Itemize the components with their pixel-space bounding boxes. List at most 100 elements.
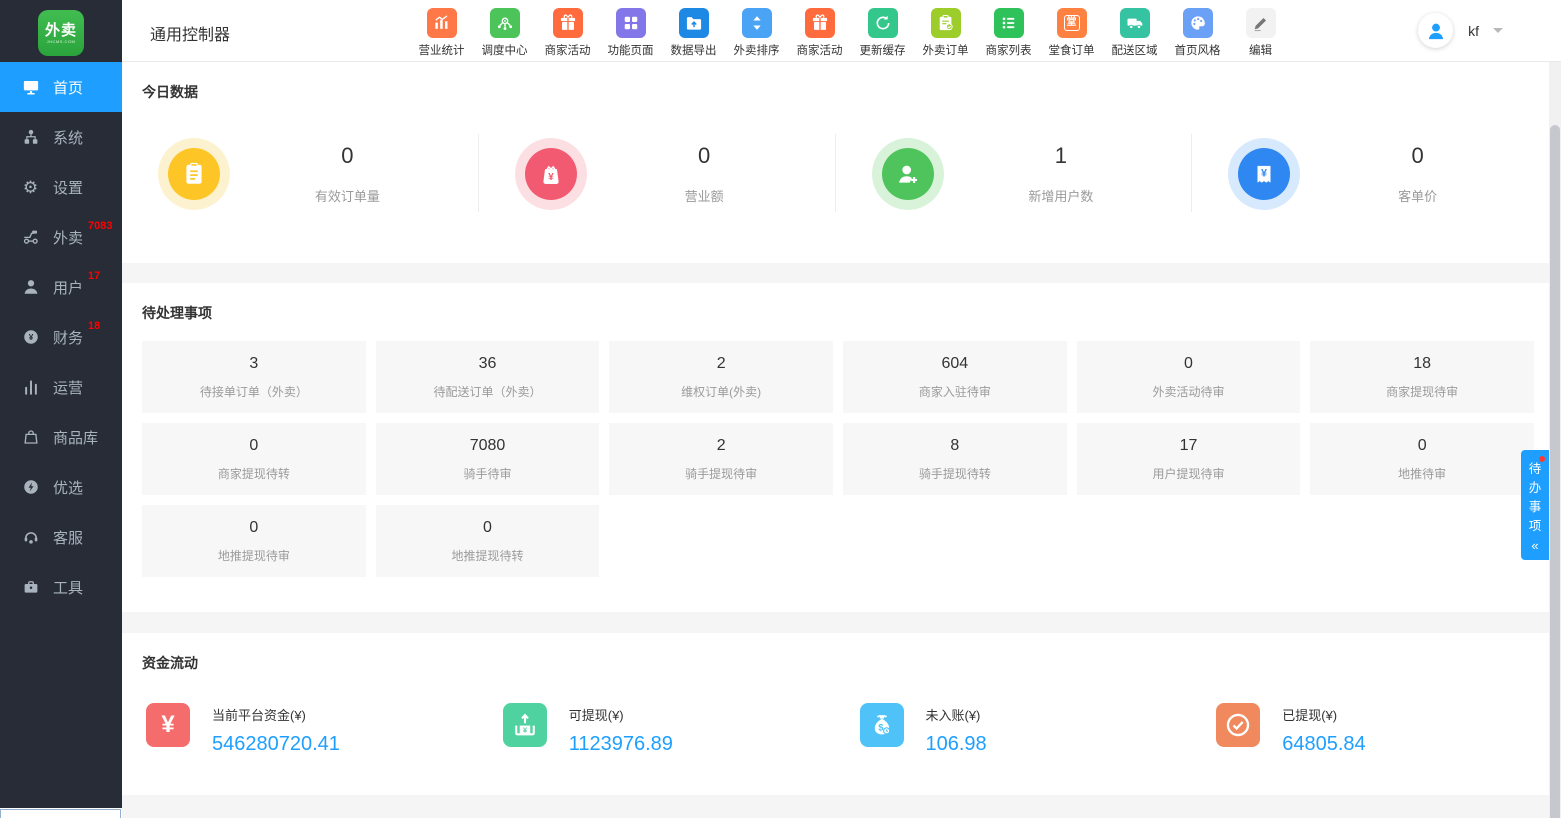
pending-value: 17 [1077,437,1301,455]
tool-takeout-sort[interactable]: 外卖排序 [725,5,788,58]
pending-label: 用户提现待审 [1077,465,1301,482]
palette-icon [1183,8,1213,38]
sidebar-item-service[interactable]: 客服 [0,512,122,562]
pending-cell[interactable]: 604 商家入驻待审 [843,341,1067,413]
sidebar-item-preferred[interactable]: 优选 [0,462,122,512]
pending-cell[interactable]: 2 维权订单(外卖) [609,341,833,413]
tool-takeout-orders[interactable]: 外卖订单 [914,5,977,58]
stat-value: 1 [944,143,1179,169]
tool-label: 配送区域 [1112,42,1158,58]
pending-label: 商家入驻待审 [843,383,1067,400]
tool-merchant-list[interactable]: 商家列表 [977,5,1040,58]
pending-label: 骑手提现待转 [843,465,1067,482]
grid-icon [616,8,646,38]
sidebar-item-finance[interactable]: ¥ 财务 18 [0,312,122,362]
toolbar: 营业统计 调度中心 商家活动 功能页面 数据导出 外卖排序 商家活动 [410,5,1292,58]
scrollbar-thumb[interactable] [1550,125,1560,818]
pencil-icon [1246,8,1276,38]
svg-text:¥: ¥ [28,333,33,342]
pending-cell[interactable]: 0 地推待审 [1310,423,1534,495]
pending-cell[interactable]: 8骑手提现待转 [843,423,1067,495]
pending-value: 2 [609,355,833,373]
scrollbar-track[interactable] [1549,62,1561,818]
pending-cell[interactable]: 0地推提现待转 [376,505,600,577]
user-menu[interactable]: kf [1418,13,1503,48]
pending-cell[interactable]: 0商家提现待转 [142,423,366,495]
stat-value: 0 [1300,143,1535,169]
pending-value: 604 [843,355,1067,373]
today-stats: 0 有效订单量 ¥ 0 营业额 1 新增用户数 [122,128,1549,220]
tool-label: 营业统计 [419,42,465,58]
chart-bars-icon [427,8,457,38]
service-headset-icon [21,528,40,547]
app-logo[interactable]: 外卖 JHCMS.COM [38,10,84,56]
folder-upload-icon [679,8,709,38]
pending-cell[interactable]: 18商家提现待审 [1310,341,1534,413]
sidebar-item-label: 优选 [53,477,83,498]
pending-value: 0 [1310,437,1534,455]
sort-arrows-icon [742,8,772,38]
sidebar-item-label: 设置 [53,177,83,198]
pending-label: 地推待审 [1310,465,1534,482]
sidebar-item-goods[interactable]: 商品库 [0,412,122,462]
stat-label: 有效订单量 [230,186,465,205]
pending-cell[interactable]: 3待接单订单（外卖） [142,341,366,413]
takeout-scooter-icon [21,228,40,247]
bottom-peek-panel [0,809,121,818]
pending-label: 骑手待审 [376,465,600,482]
sidebar-item-label: 工具 [53,577,83,598]
stat-label: 营业额 [587,186,822,205]
stat-revenue: ¥ 0 营业额 [479,128,836,220]
tool-edit[interactable]: 编辑 [1229,5,1292,58]
fund-label: 已提现(¥) [1282,705,1365,724]
tool-merchant-activity-2[interactable]: 商家活动 [788,5,851,58]
collapse-icon: « [1521,538,1549,554]
tool-data-export[interactable]: 数据导出 [662,5,725,58]
sidebar-item-takeout[interactable]: 外卖 7083 [0,212,122,262]
money-bag-yen-icon: ¥ [515,138,587,210]
sidebar-item-settings[interactable]: ⚙ 设置 [0,162,122,212]
tool-label: 堂食订单 [1049,42,1095,58]
tool-label: 商家活动 [797,42,843,58]
tool-label: 外卖排序 [734,42,780,58]
sidebar-item-operations[interactable]: 运营 [0,362,122,412]
gift-icon [553,8,583,38]
pending-cell[interactable]: 0地推提现待审 [142,505,366,577]
yen-icon: ¥ [146,703,190,747]
funds-row: ¥ 当前平台资金(¥) 546280720.41 ¥ 可提现(¥) 112397… [122,703,1549,756]
tool-dinein-orders[interactable]: 堂 堂食订单 [1040,5,1103,58]
sidebar-item-tools[interactable]: 工具 [0,562,122,612]
fund-value: 546280720.41 [212,733,340,756]
sidebar-item-system[interactable]: 系统 [0,112,122,162]
sidebar-item-label: 系统 [53,127,83,148]
main-content: 今日数据 0 有效订单量 ¥ 0 营业额 [122,62,1549,818]
takeout-badge: 7083 [88,220,112,232]
pending-cell[interactable]: 0外卖活动待审 [1077,341,1301,413]
tool-delivery-zones[interactable]: 配送区域 [1103,5,1166,58]
tool-merchant-activity[interactable]: 商家活动 [536,5,599,58]
sidebar-item-label: 外卖 [53,227,83,248]
pending-cell[interactable]: 36待配送订单（外卖） [376,341,600,413]
pending-label: 外卖活动待审 [1077,383,1301,400]
pending-cell[interactable]: 17 用户提现待审 [1077,423,1301,495]
pending-label: 维权订单(外卖) [609,383,833,400]
sidebar-item-home[interactable]: 首页 [0,62,122,112]
tool-label: 外卖订单 [923,42,969,58]
pending-cell[interactable]: 2骑手提现待审 [609,423,833,495]
stat-label: 客单价 [1300,186,1535,205]
sidebar-item-users[interactable]: 用户 17 [0,262,122,312]
todo-panel-toggle[interactable]: 待办事项 « [1521,450,1549,560]
sidebar: 外卖 JHCMS.COM 首页 系统 ⚙ 设置 外卖 7083 用户 17 ¥ … [0,0,122,808]
user-avatar-icon [1418,13,1453,48]
tool-home-style[interactable]: 首页风格 [1166,5,1229,58]
gift-icon [805,8,835,38]
tool-refresh-cache[interactable]: 更新缓存 [851,5,914,58]
fund-withdrawable: ¥ 可提现(¥) 1123976.89 [479,703,836,756]
tool-function-pages[interactable]: 功能页面 [599,5,662,58]
tool-dispatch-center[interactable]: 调度中心 [473,5,536,58]
pending-cell[interactable]: 7080骑手待审 [376,423,600,495]
tool-business-stats[interactable]: 营业统计 [410,5,473,58]
sidebar-item-label: 商品库 [53,427,98,448]
pending-label: 待接单订单（外卖） [142,383,366,400]
fund-unsettled: $ 未入账(¥) 106.98 [836,703,1193,756]
